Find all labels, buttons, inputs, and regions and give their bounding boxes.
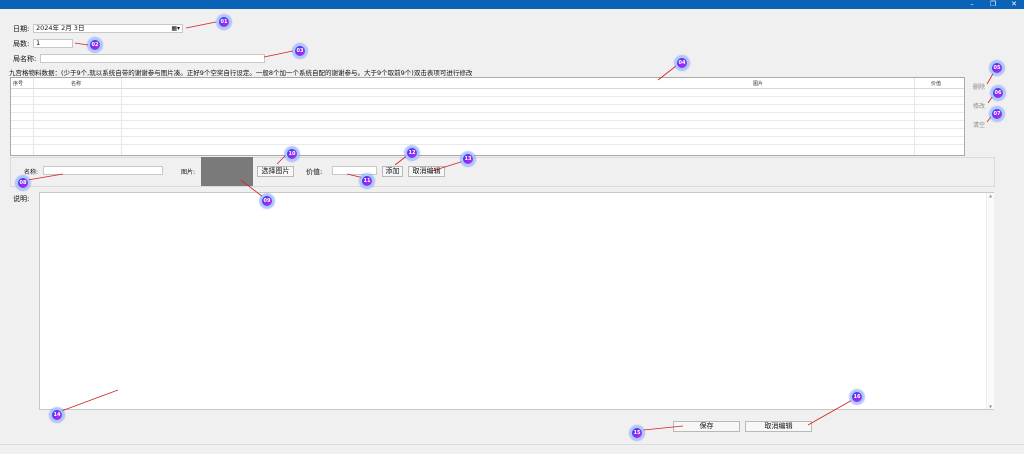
- annotation-badge: 01: [217, 15, 231, 29]
- annotation-arrow: [185, 21, 217, 29]
- annotation-badge: 07: [990, 107, 1004, 121]
- annotation-arrow: [74, 42, 89, 46]
- annotation-arrow: [657, 65, 677, 81]
- annotation-badge: 14: [50, 408, 64, 422]
- annotation-arrow: [431, 160, 465, 172]
- annotation-badge: 05: [990, 61, 1004, 75]
- annotation-badge: 15: [630, 426, 644, 440]
- annotation-badge: 13: [461, 152, 475, 166]
- annotation-arrow: [240, 179, 264, 198]
- annotation-badge: 09: [260, 194, 274, 208]
- annotation-badge: 11: [360, 174, 374, 188]
- annotation-badge: 08: [16, 176, 30, 190]
- annotation-badge: 16: [850, 390, 864, 404]
- annotation-badge: 10: [285, 147, 299, 161]
- annotation-arrow: [807, 398, 855, 426]
- annotation-badge: 06: [991, 86, 1005, 100]
- annotation-badge: 04: [675, 56, 689, 70]
- annotation-badge: 03: [293, 44, 307, 58]
- annotation-badge: 02: [88, 38, 102, 52]
- annotation-arrows: [21, 21, 996, 432]
- annotation-arrow: [263, 50, 294, 58]
- annotation-arrow: [55, 389, 119, 414]
- annotation-badge: 12: [405, 146, 419, 160]
